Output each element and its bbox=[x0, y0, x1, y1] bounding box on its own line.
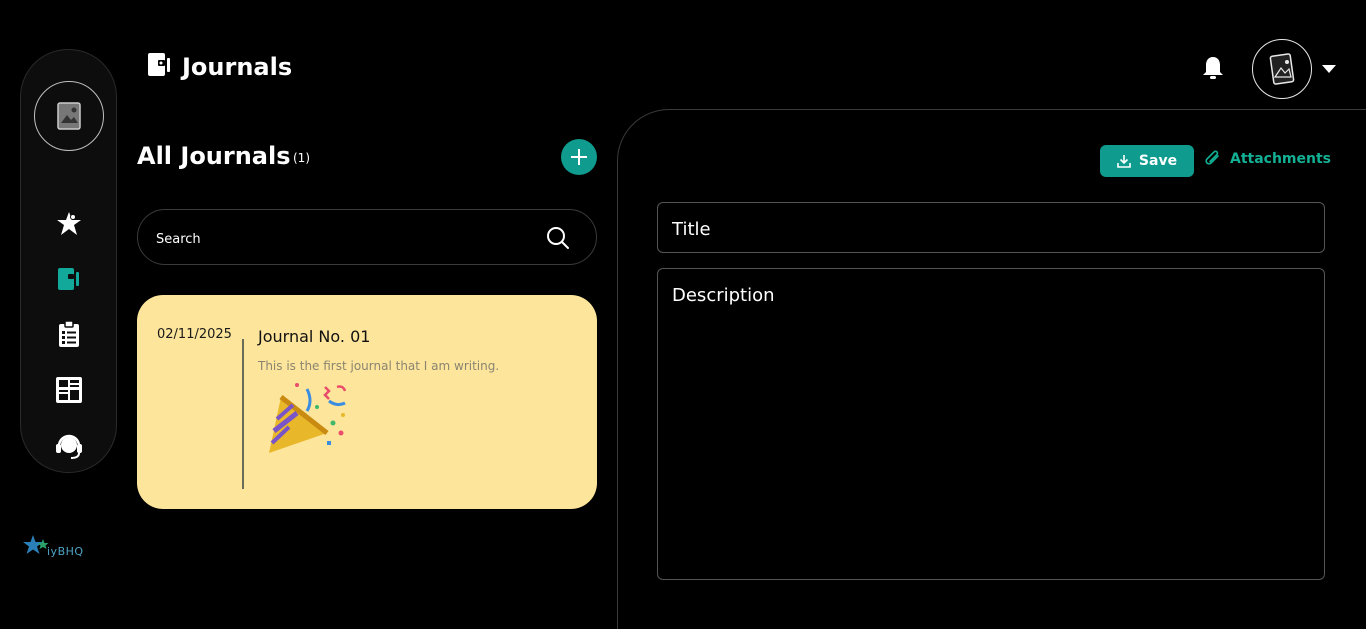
journal-icon bbox=[58, 268, 79, 290]
description-field bbox=[657, 268, 1325, 580]
headset-icon bbox=[56, 434, 82, 459]
list-count: (1) bbox=[293, 151, 310, 165]
sidebar-item-dashboard[interactable] bbox=[54, 209, 84, 239]
image-placeholder-icon bbox=[1269, 53, 1295, 85]
sidebar-avatar[interactable] bbox=[34, 81, 104, 151]
plus-icon bbox=[571, 149, 587, 165]
journal-date: 02/11/2025 bbox=[157, 327, 232, 342]
attachments-label: Attachments bbox=[1230, 151, 1332, 167]
timeline-divider bbox=[242, 339, 244, 489]
journal-description: This is the first journal that I am writ… bbox=[258, 359, 500, 373]
sidebar-item-support[interactable] bbox=[54, 430, 84, 460]
save-button[interactable]: Save bbox=[1100, 145, 1194, 177]
bell-icon[interactable] bbox=[1201, 55, 1225, 81]
search-input[interactable] bbox=[154, 226, 528, 252]
page-title: Journals bbox=[182, 53, 293, 81]
sidebar-item-journals[interactable] bbox=[54, 264, 84, 294]
download-icon bbox=[1117, 155, 1131, 168]
sidebar bbox=[20, 49, 117, 473]
sidebar-item-vision-board[interactable] bbox=[54, 375, 84, 405]
user-avatar[interactable] bbox=[1252, 39, 1312, 99]
title-input[interactable] bbox=[670, 215, 1314, 243]
description-input[interactable] bbox=[670, 283, 1314, 567]
star-person-icon bbox=[57, 212, 81, 235]
clipboard-icon bbox=[59, 320, 79, 347]
title-field bbox=[657, 202, 1325, 253]
add-journal-button[interactable] bbox=[561, 139, 597, 175]
list-title: All Journals bbox=[137, 142, 291, 170]
attachments-button[interactable]: Attachments bbox=[1204, 150, 1331, 168]
sidebar-item-tasks[interactable] bbox=[54, 319, 84, 349]
journal-card[interactable]: 02/11/2025 Journal No. 01 This is the fi… bbox=[137, 295, 597, 509]
journal-icon bbox=[148, 53, 170, 76]
journal-title: Journal No. 01 bbox=[258, 327, 371, 346]
brand-name: iyBHQ bbox=[47, 545, 84, 558]
search-icon[interactable] bbox=[546, 226, 570, 250]
party-popper-icon bbox=[269, 383, 347, 453]
caret-down-icon[interactable] bbox=[1321, 64, 1337, 74]
image-placeholder-icon bbox=[57, 102, 81, 130]
gallery-icon bbox=[56, 377, 82, 403]
search-bar bbox=[137, 209, 597, 265]
paperclip-icon bbox=[1205, 150, 1219, 165]
save-label: Save bbox=[1138, 153, 1178, 169]
